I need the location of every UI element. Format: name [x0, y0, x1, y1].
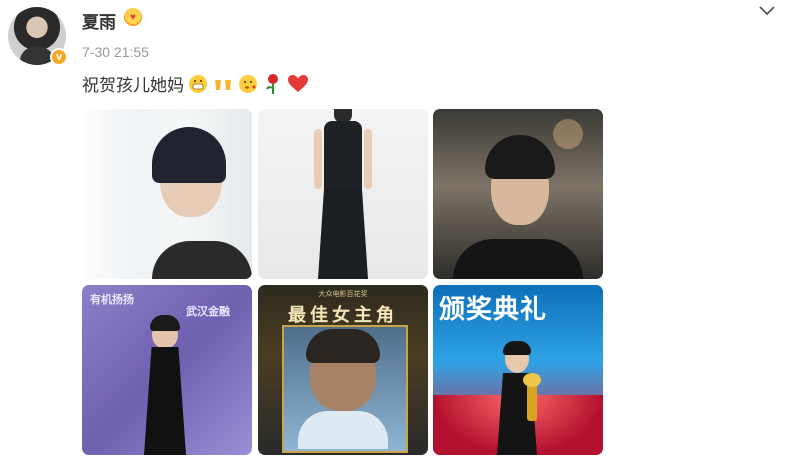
- grin-emoji-icon: [187, 73, 209, 95]
- chevron-down-icon[interactable]: [756, 2, 778, 20]
- photo-thumbnail-award-ceremony[interactable]: 颁奖典礼: [433, 285, 603, 455]
- cheers-emoji-icon: [212, 73, 234, 95]
- heart-emoji-icon: [287, 73, 309, 95]
- photo-thumbnail-black-gown[interactable]: [258, 109, 428, 279]
- photo-thumbnail-red-carpet[interactable]: 有机扬扬 武汉金融: [82, 285, 252, 455]
- backdrop-text-1: 有机扬扬: [90, 294, 134, 306]
- backdrop-text-2: 武汉金融: [186, 306, 230, 318]
- vip-crown-icon[interactable]: ♥: [124, 8, 142, 26]
- verified-badge: v: [50, 48, 68, 66]
- poster-title: 最佳女主角: [288, 305, 398, 326]
- post-text: 祝贺孩儿她妈: [82, 71, 309, 96]
- post-text-content: 祝贺孩儿她妈: [82, 76, 184, 95]
- post-timestamp[interactable]: 7-30 21:55: [82, 44, 149, 60]
- username[interactable]: 夏雨: [82, 8, 116, 33]
- photo-thumbnail-award-poster[interactable]: 大众电影百花奖 最佳女主角: [258, 285, 428, 455]
- rose-emoji-icon: [262, 73, 284, 95]
- ceremony-title: 颁奖典礼: [439, 295, 548, 325]
- photo-thumbnail-dark-portrait[interactable]: [433, 109, 603, 279]
- photo-thumbnail-profile-white[interactable]: [82, 109, 252, 279]
- poster-subtitle: 大众电影百花奖: [318, 291, 368, 298]
- love-face-emoji-icon: [237, 73, 259, 95]
